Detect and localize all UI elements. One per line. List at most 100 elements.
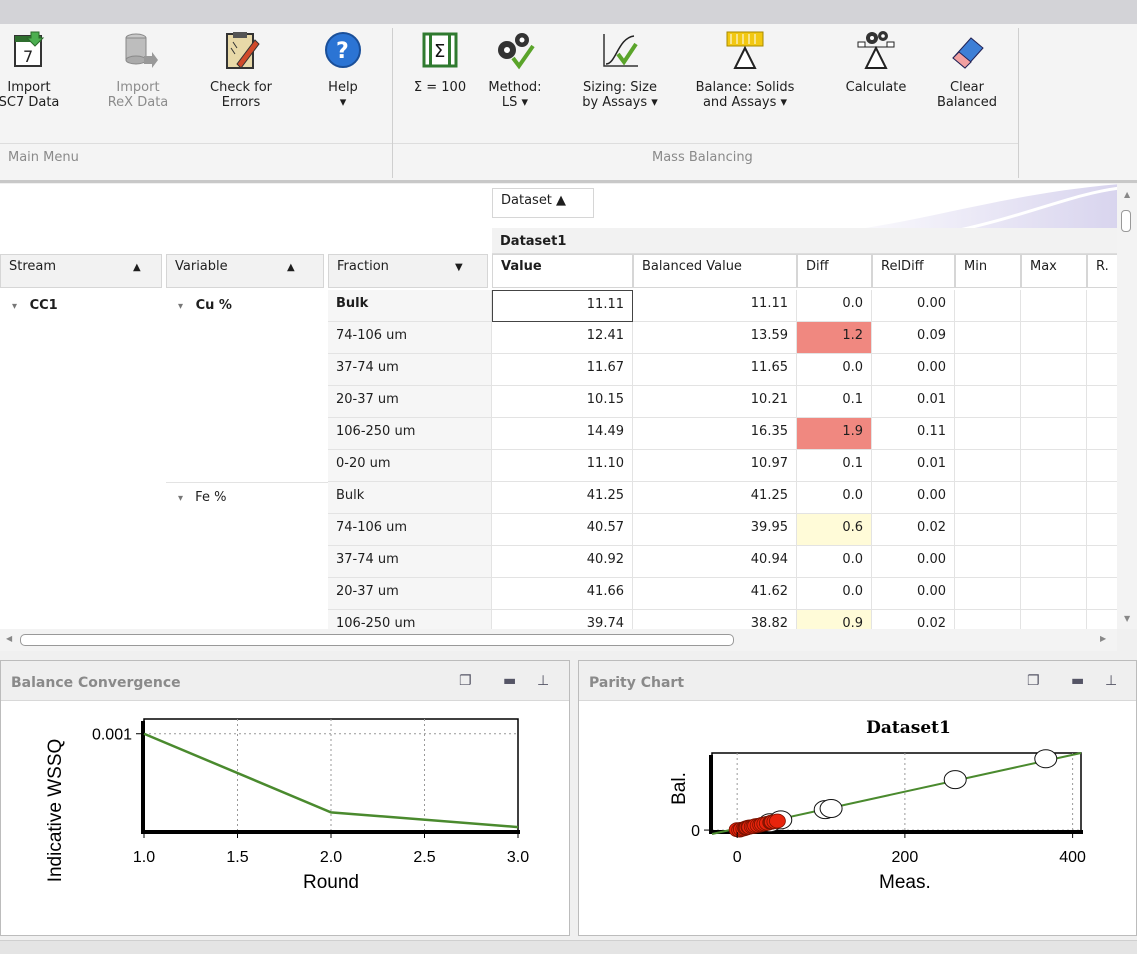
balanced-cell[interactable]: 11.65 <box>633 354 797 386</box>
column-header-max[interactable]: Max <box>1021 254 1087 288</box>
balanced-cell[interactable]: 40.94 <box>633 546 797 578</box>
help-button[interactable]: ? Help ▾ <box>318 30 368 110</box>
balanced-cell[interactable]: 38.82 <box>633 610 797 629</box>
fraction-column-header[interactable]: Fraction ▼ <box>328 254 488 288</box>
max-cell[interactable] <box>1021 290 1087 322</box>
scroll-right-icon[interactable]: ▶ <box>1100 634 1106 643</box>
diff-cell[interactable]: 0.0 <box>797 354 872 386</box>
max-cell[interactable] <box>1021 354 1087 386</box>
max-cell[interactable] <box>1021 450 1087 482</box>
diff-cell[interactable]: 0.0 <box>797 546 872 578</box>
min-cell[interactable] <box>955 578 1021 610</box>
max-cell[interactable] <box>1021 386 1087 418</box>
stream-column-header[interactable]: Stream ▲ <box>0 254 162 288</box>
r-cell[interactable] <box>1087 546 1117 578</box>
variable-column-header[interactable]: Variable ▲ <box>166 254 324 288</box>
fraction-cell[interactable]: 37-74 um <box>328 354 492 386</box>
r-cell[interactable] <box>1087 418 1117 450</box>
balanced-cell[interactable]: 41.62 <box>633 578 797 610</box>
value-cell[interactable]: 11.67 <box>492 354 633 386</box>
diff-cell[interactable]: 0.0 <box>797 578 872 610</box>
diff-cell[interactable]: 0.1 <box>797 386 872 418</box>
method-dropdown[interactable]: Method: LS ▾ <box>480 30 550 110</box>
r-cell[interactable] <box>1087 386 1117 418</box>
scroll-left-icon[interactable]: ◀ <box>6 634 12 643</box>
min-cell[interactable] <box>955 322 1021 354</box>
fraction-cell[interactable]: 37-74 um <box>328 546 492 578</box>
maximize-icon[interactable]: ▬ <box>1071 673 1084 689</box>
fraction-cell[interactable]: 74-106 um <box>328 322 492 354</box>
diff-cell[interactable]: 1.2 <box>797 322 872 354</box>
group-by-dataset-chip[interactable]: Dataset ▲ <box>492 188 594 218</box>
column-header-value[interactable]: Value <box>492 254 633 288</box>
reldiff-cell[interactable]: 0.01 <box>872 386 955 418</box>
r-cell[interactable] <box>1087 578 1117 610</box>
column-header-diff[interactable]: Diff <box>797 254 872 288</box>
value-cell[interactable]: 11.11 <box>492 290 633 322</box>
r-cell[interactable] <box>1087 610 1117 629</box>
reldiff-cell[interactable]: 0.00 <box>872 578 955 610</box>
column-header-balanced-value[interactable]: Balanced Value <box>633 254 797 288</box>
value-cell[interactable]: 12.41 <box>492 322 633 354</box>
reldiff-cell[interactable]: 0.00 <box>872 546 955 578</box>
max-cell[interactable] <box>1021 546 1087 578</box>
fraction-cell[interactable]: Bulk <box>328 290 492 322</box>
import-rex-button[interactable]: Import ReX Data <box>98 30 178 110</box>
balanced-cell[interactable]: 39.95 <box>633 514 797 546</box>
balanced-cell[interactable]: 16.35 <box>633 418 797 450</box>
column-header-reldiff[interactable]: RelDiff <box>872 254 955 288</box>
min-cell[interactable] <box>955 354 1021 386</box>
scroll-down-icon[interactable]: ▼ <box>1124 614 1130 623</box>
float-window-icon[interactable]: ❐ <box>1027 673 1040 689</box>
variable-group-row[interactable]: ▾ Cu % <box>178 298 232 313</box>
min-cell[interactable] <box>955 482 1021 514</box>
min-cell[interactable] <box>955 514 1021 546</box>
horizontal-scroll-thumb[interactable] <box>20 634 734 646</box>
fraction-cell[interactable]: 74-106 um <box>328 514 492 546</box>
min-cell[interactable] <box>955 418 1021 450</box>
balanced-cell[interactable]: 13.59 <box>633 322 797 354</box>
min-cell[interactable] <box>955 610 1021 629</box>
import-sc7-button[interactable]: 7 Import SC7 Data <box>0 30 64 110</box>
value-cell[interactable]: 11.10 <box>492 450 633 482</box>
r-cell[interactable] <box>1087 514 1117 546</box>
variable-group-row[interactable]: ▾ Fe % <box>178 490 226 505</box>
pin-icon[interactable]: ⊥ <box>1105 673 1117 689</box>
pin-icon[interactable]: ⊥ <box>537 673 549 689</box>
fraction-cell[interactable]: Bulk <box>328 482 492 514</box>
stream-group-row[interactable]: ▾ CC1 <box>12 298 58 313</box>
reldiff-cell[interactable]: 0.11 <box>872 418 955 450</box>
max-cell[interactable] <box>1021 322 1087 354</box>
balanced-cell[interactable]: 41.25 <box>633 482 797 514</box>
value-cell[interactable]: 41.66 <box>492 578 633 610</box>
value-cell[interactable]: 39.74 <box>492 610 633 629</box>
fraction-cell[interactable]: 20-37 um <box>328 578 492 610</box>
float-window-icon[interactable]: ❐ <box>459 673 472 689</box>
fraction-cell[interactable]: 106-250 um <box>328 610 492 629</box>
clear-balanced-button[interactable]: Clear Balanced <box>924 30 1010 110</box>
calculate-button[interactable]: Calculate <box>836 30 916 95</box>
r-cell[interactable] <box>1087 322 1117 354</box>
max-cell[interactable] <box>1021 514 1087 546</box>
diff-cell[interactable]: 0.0 <box>797 482 872 514</box>
horizontal-scrollbar[interactable]: ◀ ▶ <box>0 629 1117 651</box>
reldiff-cell[interactable]: 0.09 <box>872 322 955 354</box>
r-cell[interactable] <box>1087 354 1117 386</box>
max-cell[interactable] <box>1021 578 1087 610</box>
balanced-cell[interactable]: 10.21 <box>633 386 797 418</box>
check-errors-button[interactable]: Check for Errors <box>202 30 280 110</box>
diff-cell[interactable]: 1.9 <box>797 418 872 450</box>
diff-cell[interactable]: 0.1 <box>797 450 872 482</box>
maximize-icon[interactable]: ▬ <box>503 673 516 689</box>
sizing-dropdown[interactable]: Sizing: Size by Assays ▾ <box>570 30 670 110</box>
fraction-cell[interactable]: 0-20 um <box>328 450 492 482</box>
fraction-cell[interactable]: 20-37 um <box>328 386 492 418</box>
balanced-cell[interactable]: 10.97 <box>633 450 797 482</box>
column-header-min[interactable]: Min <box>955 254 1021 288</box>
sum-100-button[interactable]: Σ Σ = 100 <box>405 30 475 95</box>
value-cell[interactable]: 40.57 <box>492 514 633 546</box>
r-cell[interactable] <box>1087 450 1117 482</box>
reldiff-cell[interactable]: 0.02 <box>872 514 955 546</box>
max-cell[interactable] <box>1021 610 1087 629</box>
value-cell[interactable]: 41.25 <box>492 482 633 514</box>
